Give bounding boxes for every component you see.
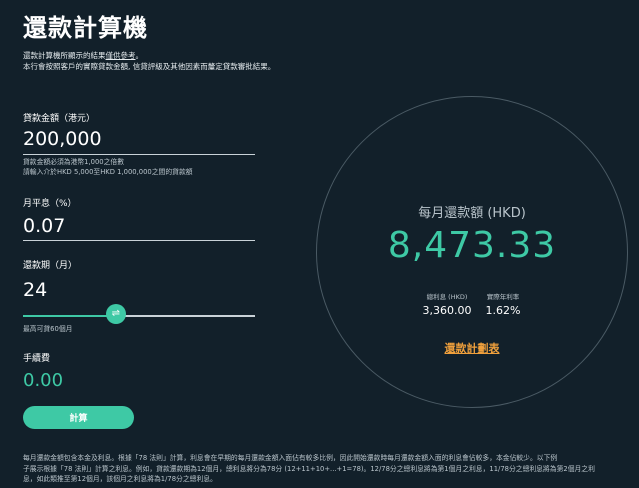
monthly-rate-input[interactable]: 0.07 [23, 215, 65, 237]
monthly-repayment-label: 每月還款額 (HKD) [418, 206, 526, 221]
tenor-slider-fill [23, 315, 116, 317]
monthly-repayment-value: 8,473.33 [387, 225, 557, 266]
loan-amount-hint: 貸款金額必須為港幣1,000之倍數 請輸入介於HKD 5,000至HKD 1,0… [23, 157, 193, 177]
loan-amount-underline [23, 154, 255, 155]
loan-amount-hint-line-1: 貸款金額必須為港幣1,000之倍數 [23, 158, 125, 166]
intro-line-1-post: 。 [135, 51, 144, 60]
apr-label: 實際年利率 [486, 293, 520, 301]
reference-only-link[interactable]: 僅供參考 [106, 51, 136, 60]
tenor-slider-knob[interactable]: ⇌ [105, 304, 126, 324]
footnote-line-2: 子展示根據「78 法則」計算之利息。例如，貸款還款期為12個月，總利息將分為78… [23, 464, 595, 473]
fee-value: 0.00 [23, 370, 64, 391]
repayment-schedule-link[interactable]: 還款計劃表 [316, 340, 628, 356]
tenor-input[interactable]: 24 [23, 279, 47, 301]
monthly-rate-label: 月平息（%） [23, 199, 77, 209]
monthly-rate-underline [23, 240, 255, 241]
fee-label: 手續費 [23, 354, 51, 364]
tenor-hint: 最高可貸60個月 [23, 325, 73, 333]
page-title: 還款計算機 [23, 14, 148, 42]
apr-value: 1.62% [485, 304, 521, 317]
total-interest-label: 總利息 (HKD) [426, 293, 468, 301]
tenor-label: 還款期（月） [23, 261, 78, 271]
tenor-slider[interactable] [23, 315, 255, 317]
intro-line-1: 還款計算機所顯示的結果僅供參考。 [23, 50, 275, 61]
intro-line-1-pre: 還款計算機所顯示的結果 [23, 51, 106, 60]
footnote-line-1: 每月還款金額包含本金及利息。根據「78 法則」計算，利息會在早期的每月還款金額入… [23, 454, 558, 462]
intro-text: 還款計算機所顯示的結果僅供參考。 本行會按照客戶的實際貸款金額, 信貸評級及其他… [23, 50, 275, 72]
calculate-button[interactable]: 計算 [23, 406, 134, 429]
loan-amount-hint-line-2: 請輸入介於HKD 5,000至HKD 1,000,000之間的貸款額 [23, 168, 193, 176]
footnote-line-3: 息，如此類推至第12個月，該個月之利息將為1/78分之總利息。 [23, 475, 217, 483]
intro-line-2: 本行會按照客戶的實際貸款金額, 信貸評級及其他因素而釐定貸款審批結果。 [23, 62, 276, 71]
total-interest-value: 3,360.00 [422, 304, 472, 317]
loan-amount-input[interactable]: 200,000 [23, 128, 102, 150]
loan-amount-label: 貸款金額（港元） [23, 114, 96, 124]
footnote: 每月還款金額包含本金及利息。根據「78 法則」計算，利息會在早期的每月還款金額入… [23, 453, 623, 485]
